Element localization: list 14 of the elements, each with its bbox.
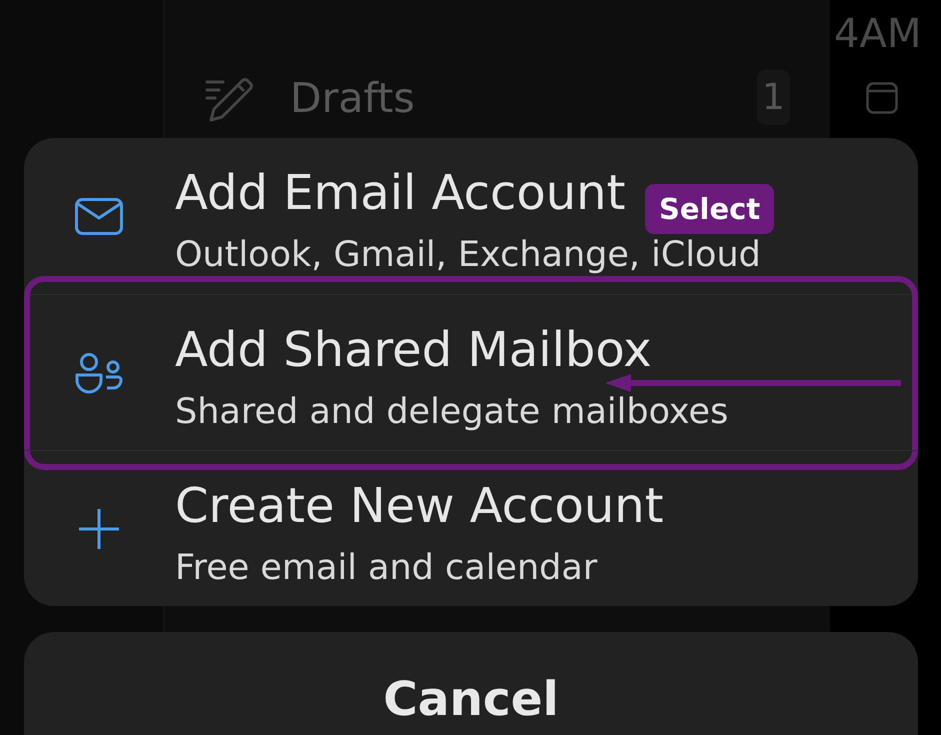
callout-label: Select	[645, 184, 774, 234]
count-badge: 1	[757, 70, 790, 125]
envelope-icon	[75, 198, 123, 235]
option-title[interactable]: Add Shared Mailbox	[175, 327, 652, 373]
option-title[interactable]: Add Email Account	[175, 170, 626, 216]
cancel-button[interactable]: Cancel	[24, 632, 918, 735]
plus-icon	[78, 508, 120, 550]
option-title[interactable]: Create New Account	[175, 483, 664, 529]
people-icon	[75, 353, 123, 394]
option-subtitle: Free email and calendar	[175, 549, 598, 587]
option-subtitle: Shared and delegate mailboxes	[175, 393, 728, 431]
calendar-icon[interactable]	[866, 82, 898, 114]
time-label: 4AM	[834, 12, 922, 56]
option-subtitle: Outlook, Gmail, Exchange, iCloud	[175, 236, 761, 274]
